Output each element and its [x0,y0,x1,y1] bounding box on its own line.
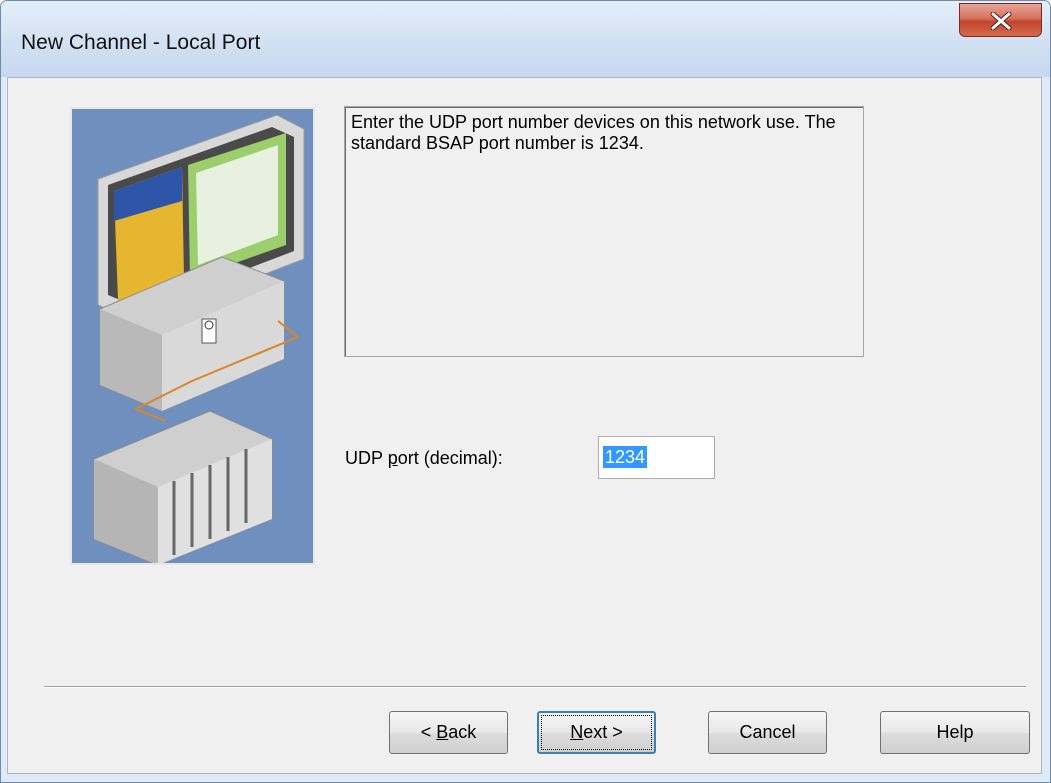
button-separator [44,686,1026,688]
cancel-button-label: Cancel [739,722,796,742]
description-text: Enter the UDP port number devices on thi… [351,112,836,153]
title-bar[interactable]: New Channel - Local Port [1,1,1050,77]
close-icon [990,12,1012,30]
help-button-label: Help [936,722,974,742]
udp-port-input[interactable]: 1234 [598,436,715,479]
dialog-client-area: Enter the UDP port number devices on thi… [7,77,1042,774]
back-button-mnemonic: B [436,722,449,742]
next-button-post: ext > [583,722,623,742]
description-box: Enter the UDP port number devices on thi… [344,106,864,357]
udp-port-label-mnemonic: p [387,448,398,468]
udp-port-label: UDP port (decimal): [345,448,503,469]
computer-network-plc-illustration [70,107,315,566]
back-button-pre: < [420,722,437,742]
close-button[interactable] [959,3,1042,37]
back-button-post: ack [448,722,477,742]
udp-port-label-pre: UDP [345,448,388,468]
udp-port-value: 1234 [603,446,648,468]
window-title: New Channel - Local Port [21,31,261,54]
next-button-mnemonic: N [570,722,584,742]
help-button[interactable]: Help [880,711,1030,754]
next-button[interactable]: Next > [537,711,656,754]
cancel-button[interactable]: Cancel [708,711,827,754]
back-button[interactable]: < Back [389,711,508,754]
dialog-window: New Channel - Local Port Enter the UDP p… [0,0,1051,783]
udp-port-label-post: ort (decimal): [397,448,503,468]
